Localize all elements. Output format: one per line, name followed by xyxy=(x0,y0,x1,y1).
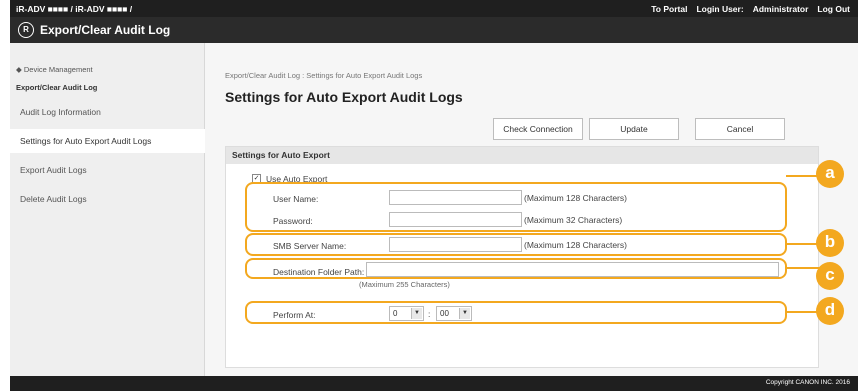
callout-b-connector xyxy=(786,243,820,245)
to-portal-link[interactable]: To Portal xyxy=(651,4,687,14)
checkmark-icon: ✓ xyxy=(253,175,260,182)
copyright-text: Copyright CANON INC. 2016 xyxy=(765,379,850,386)
sidebar-item-delete-audit-logs[interactable]: Delete Audit Logs xyxy=(10,187,205,211)
cancel-button[interactable]: Cancel xyxy=(695,118,785,140)
settings-panel: Settings for Auto Export ✓ Use Auto Expo… xyxy=(225,146,819,368)
device-management-link[interactable]: ◆ Device Management xyxy=(10,63,205,77)
callout-a-connector xyxy=(786,175,820,177)
callout-d-outline xyxy=(245,301,787,324)
export-clear-audit-log-icon: R xyxy=(18,22,34,38)
callout-b-marker: b xyxy=(816,229,844,257)
update-button[interactable]: Update xyxy=(589,118,679,140)
top-bar: iR-ADV ■■■■ / iR-ADV ■■■■ / To Portal Lo… xyxy=(10,0,858,17)
header-links: To Portal Login User: Administrator Log … xyxy=(651,4,850,14)
logout-link[interactable]: Log Out xyxy=(817,4,850,14)
callout-d-marker: d xyxy=(816,297,844,325)
sidebar-item-audit-log-information[interactable]: Audit Log Information xyxy=(10,100,205,124)
page-title: Settings for Auto Export Audit Logs xyxy=(225,89,463,105)
breadcrumb: Export/Clear Audit Log : Settings for Au… xyxy=(225,71,423,80)
device-model: iR-ADV ■■■■ / iR-ADV ■■■■ / xyxy=(16,4,133,14)
destination-folder-hint: (Maximum 255 Characters) xyxy=(359,280,450,289)
sidebar-item-export-audit-logs[interactable]: Export Audit Logs xyxy=(10,158,205,182)
sidebar-item-settings-auto-export[interactable]: Settings for Auto Export Audit Logs xyxy=(10,129,205,153)
app-title: Export/Clear Audit Log xyxy=(40,23,171,37)
section-title: Settings for Auto Export xyxy=(226,147,818,164)
login-user-name: Administrator xyxy=(752,4,809,14)
title-bar: R Export/Clear Audit Log xyxy=(10,17,858,43)
callout-b-outline xyxy=(245,233,787,256)
login-user-label: Login User: xyxy=(696,4,744,14)
callout-d-connector xyxy=(786,311,820,313)
main-content: Export/Clear Audit Log : Settings for Au… xyxy=(205,43,858,389)
callout-c-outline xyxy=(245,258,787,279)
callout-a-outline xyxy=(245,182,787,232)
callout-a-marker: a xyxy=(816,160,844,188)
footer: Copyright CANON INC. 2016 xyxy=(10,376,858,391)
sidebar-group-title: Export/Clear Audit Log xyxy=(16,83,98,92)
callout-c-marker: c xyxy=(816,262,844,290)
callout-c-connector xyxy=(786,267,820,269)
check-connection-button[interactable]: Check Connection xyxy=(493,118,583,140)
sidebar: ◆ Device Management Export/Clear Audit L… xyxy=(10,43,205,376)
